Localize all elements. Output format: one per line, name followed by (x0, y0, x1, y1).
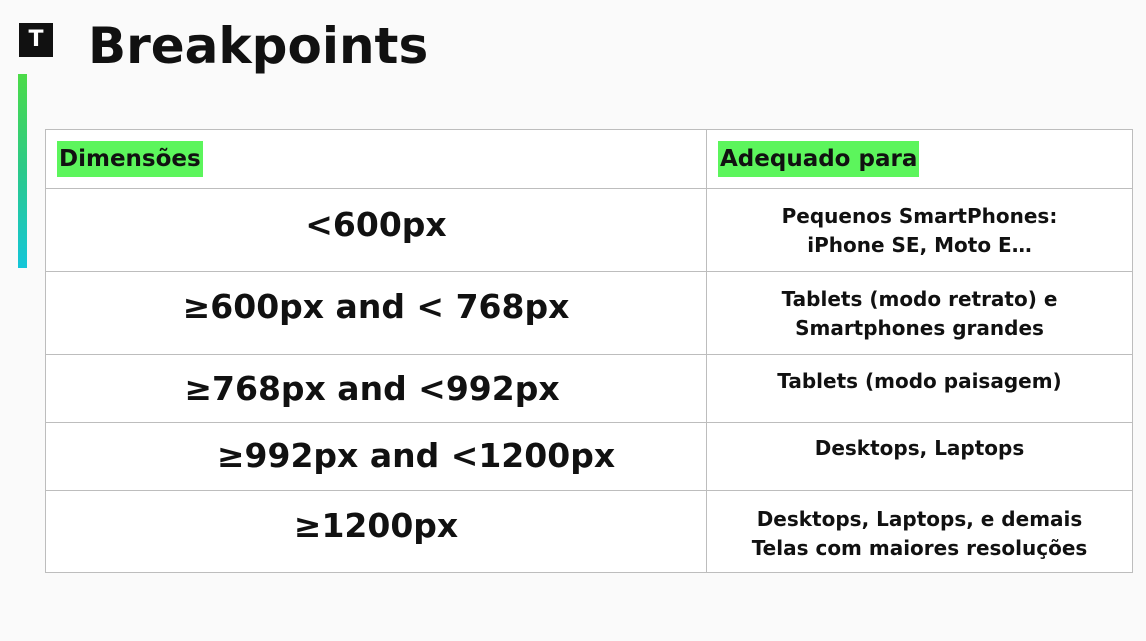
slide: T Breakpoints Dimensões Adequado para <6… (0, 0, 1146, 641)
table-header-row: Dimensões Adequado para (45, 129, 1133, 189)
dimension-cell: ≥600px and < 768px (45, 271, 707, 355)
dimension-value: ≥768px and <992px (184, 369, 560, 408)
dimension-cell: <600px (45, 188, 707, 272)
suitable-for-value: Desktops, Laptops, e demais Telas com ma… (751, 507, 1088, 560)
dimension-value: <600px (305, 205, 447, 244)
table-row: ≥1200px Desktops, Laptops, e demais Tela… (45, 490, 1133, 573)
suitable-for-cell: Pequenos SmartPhones: iPhone SE, Moto E… (706, 188, 1133, 272)
header-dimensions: Dimensões (57, 141, 203, 177)
accent-bar (18, 74, 27, 268)
page-title: Breakpoints (88, 17, 429, 75)
table-row: ≥600px and < 768px Tablets (modo retrato… (45, 271, 1133, 355)
dimension-value: ≥600px and < 768px (182, 287, 570, 326)
suitable-for-cell: Tablets (modo retrato) e Smartphones gra… (706, 271, 1133, 355)
suitable-for-value: Tablets (modo paisagem) (777, 369, 1062, 393)
suitable-for-value: Pequenos SmartPhones: iPhone SE, Moto E… (781, 204, 1058, 257)
suitable-for-value: Desktops, Laptops (814, 436, 1025, 460)
dimension-value: ≥1200px (293, 506, 459, 545)
header-cell-dimensions: Dimensões (45, 129, 707, 189)
suitable-for-cell: Desktops, Laptops (706, 422, 1133, 491)
suitable-for-cell: Tablets (modo paisagem) (706, 354, 1133, 423)
suitable-for-cell: Desktops, Laptops, e demais Telas com ma… (706, 490, 1133, 573)
dimension-cell: ≥992px and <1200px (45, 422, 707, 491)
dimension-value: ≥992px and <1200px (216, 436, 616, 475)
suitable-for-value: Tablets (modo retrato) e Smartphones gra… (781, 287, 1058, 340)
table-row: ≥768px and <992px Tablets (modo paisagem… (45, 354, 1133, 423)
table-row: ≥992px and <1200px Desktops, Laptops (45, 422, 1133, 491)
header-suitable-for: Adequado para (718, 141, 920, 177)
dimension-cell: ≥768px and <992px (45, 354, 707, 423)
header-cell-suitable-for: Adequado para (706, 129, 1133, 189)
brand-logo: T (19, 23, 53, 57)
breakpoints-table: Dimensões Adequado para <600px Pequenos … (45, 129, 1133, 573)
table-row: <600px Pequenos SmartPhones: iPhone SE, … (45, 188, 1133, 272)
dimension-cell: ≥1200px (45, 490, 707, 573)
